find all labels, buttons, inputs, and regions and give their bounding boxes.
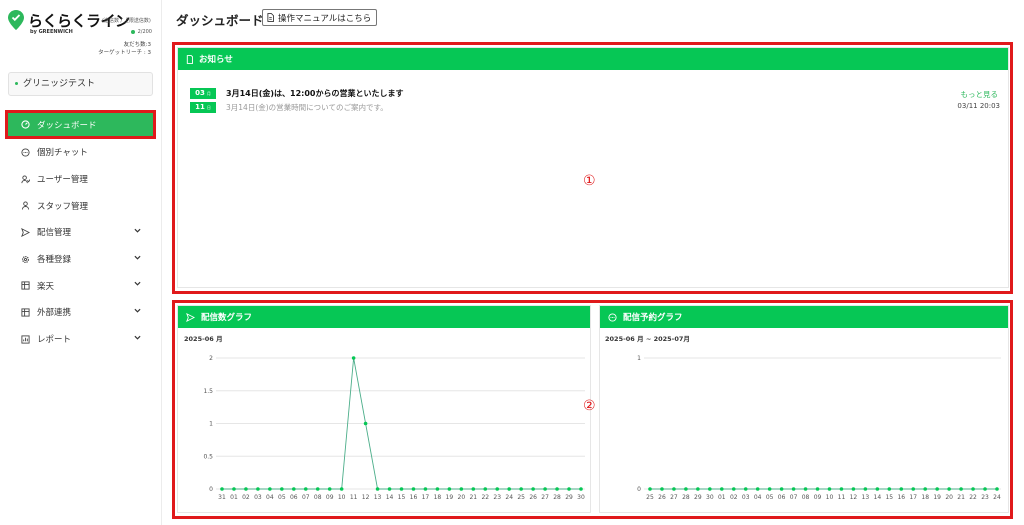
report-icon [20, 334, 30, 344]
sidebar-item-label: ダッシュボード [37, 120, 97, 131]
sidebar-item-report[interactable]: レポート [8, 326, 153, 353]
highlight-box-notice [172, 42, 1013, 294]
brand-by: by GREENWICH [30, 29, 73, 35]
sidebar-item-label: 外部連携 [37, 308, 72, 319]
sidebar-item-label: 個別チャット [37, 148, 88, 159]
staff-icon [20, 201, 30, 211]
sidebar-item-users[interactable]: ユーザー管理 [8, 166, 153, 193]
status-dot [130, 29, 135, 34]
dashboard-icon [20, 120, 30, 130]
sidebar-item-integration[interactable]: 外部連携 [8, 299, 153, 326]
sidebar-nav: ダッシュボード 個別チャット ユーザー管理 スタッフ管理 配信管理 各種登録 楽… [5, 110, 156, 353]
manual-button-label: 操作マニュアルはこちら [278, 13, 372, 24]
document-icon [267, 13, 274, 22]
send-count: 2/200 [130, 29, 152, 35]
pin-logo-icon [8, 10, 24, 30]
app-root: らくらくライン by GREENWICH (送信数 / 上限送信数) 2/200… [0, 0, 1024, 525]
account-name: グリニッジテスト [23, 79, 96, 89]
manual-button[interactable]: 操作マニュアルはこちら [262, 9, 378, 26]
sidebar-item-delivery[interactable]: 配信管理 [8, 219, 153, 246]
account-selector[interactable]: グリニッジテスト [8, 72, 153, 96]
sidebar-item-chat[interactable]: 個別チャット [8, 139, 153, 166]
sidebar-item-label: 配信管理 [37, 228, 72, 239]
gear-icon [20, 254, 30, 264]
sidebar-item-label: 各種登録 [37, 255, 72, 266]
page-title: ダッシュボード [176, 13, 264, 28]
users-icon [20, 174, 30, 184]
sidebar: らくらくライン by GREENWICH (送信数 / 上限送信数) 2/200… [0, 0, 162, 525]
account-dot [15, 82, 18, 85]
chevron-down-icon [134, 228, 141, 233]
highlight-box-graphs [172, 300, 1013, 519]
chat-icon [20, 147, 30, 157]
chevron-down-icon [134, 282, 141, 287]
brand-sub: (送信数 / 上限送信数) [102, 18, 151, 24]
send-icon [20, 227, 30, 237]
chevron-down-icon [134, 255, 141, 260]
sidebar-item-rakuten[interactable]: 楽天 [8, 272, 153, 299]
sidebar-item-label: レポート [37, 335, 72, 346]
sidebar-item-dashboard[interactable]: ダッシュボード [5, 110, 156, 139]
sidebar-item-label: ユーザー管理 [37, 175, 88, 186]
shop-icon [20, 281, 30, 291]
send-count-value: 2/200 [137, 29, 152, 35]
sidebar-item-staff[interactable]: スタッフ管理 [8, 192, 153, 219]
chevron-down-icon [134, 308, 141, 313]
link-icon [20, 307, 30, 317]
chevron-down-icon [134, 335, 141, 340]
sidebar-item-label: 楽天 [37, 281, 55, 292]
friends-count: 友だち数:3 [123, 42, 151, 48]
target-reach: ターゲットリーチ : 3 [98, 50, 151, 56]
sidebar-item-registration[interactable]: 各種登録 [8, 246, 153, 273]
friends-stats: 友だち数:3 ターゲットリーチ : 3 [98, 41, 151, 57]
sidebar-item-label: スタッフ管理 [37, 201, 89, 212]
